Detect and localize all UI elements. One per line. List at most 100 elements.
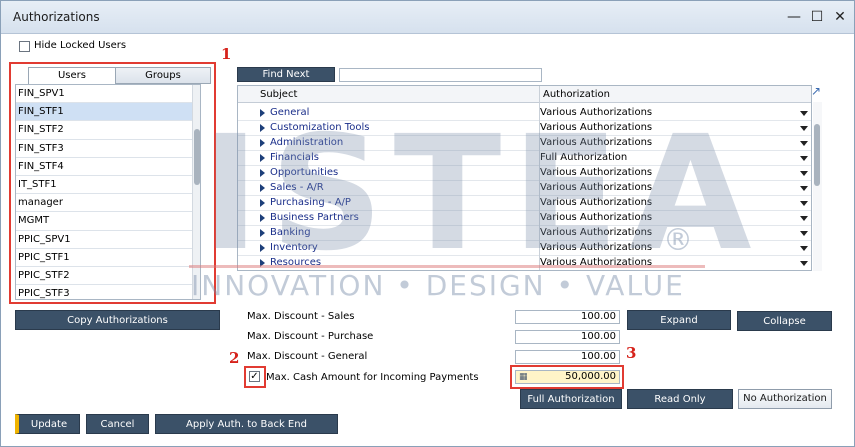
max-discount-sales-label: Max. Discount - Sales [247, 311, 355, 322]
grid-subject[interactable]: Purchasing - A/P [270, 197, 351, 208]
annotation-number-3: 3 [626, 344, 637, 362]
expand-grid-icon[interactable]: ↗ [811, 85, 823, 97]
grid-subject[interactable]: Opportunities [270, 167, 338, 178]
grid-authorization[interactable]: Various Authorizations [540, 122, 652, 133]
grid-column-divider [539, 86, 540, 270]
watermark-tagline: INNOVATION • DESIGN • VALUE [191, 269, 685, 302]
grid-subject[interactable]: Business Partners [270, 212, 359, 223]
authorizations-window: Authorizations — ☐ ✕ Hide Locked Users U… [0, 0, 855, 447]
grid-header: Subject Authorization [238, 86, 811, 103]
collapse-label: Collapse [763, 316, 806, 327]
grid-row[interactable]: Opportunities Various Authorizations [238, 166, 811, 181]
dropdown-arrow-icon[interactable] [800, 111, 808, 116]
expand-arrow-icon[interactable] [260, 184, 265, 192]
expand-arrow-icon[interactable] [260, 109, 265, 117]
minimize-icon[interactable]: — [784, 7, 804, 27]
max-cash-label: Max. Cash Amount for Incoming Payments [266, 372, 479, 383]
grid-row[interactable]: Sales - A/R Various Authorizations [238, 181, 811, 196]
dropdown-arrow-icon[interactable] [800, 216, 808, 221]
expand-arrow-icon[interactable] [260, 154, 265, 162]
grid-row[interactable]: Financials Full Authorization [238, 151, 811, 166]
cancel-label: Cancel [100, 419, 135, 430]
expand-arrow-icon[interactable] [260, 199, 265, 207]
grid-subject[interactable]: Sales - A/R [270, 182, 324, 193]
apply-auth-back-end-button[interactable]: Apply Auth. to Back End [155, 414, 338, 434]
find-next-button[interactable]: Find Next [237, 67, 335, 82]
copy-authorizations-button[interactable]: Copy Authorizations [15, 310, 220, 330]
dropdown-arrow-icon[interactable] [800, 231, 808, 236]
grid-row[interactable]: Banking Various Authorizations [238, 226, 811, 241]
update-button[interactable]: Update [15, 414, 80, 434]
grid-row[interactable]: Customization Tools Various Authorization… [238, 121, 811, 136]
collapse-button[interactable]: Collapse [737, 311, 832, 331]
maximize-icon[interactable]: ☐ [807, 7, 827, 27]
grid-authorization[interactable]: Various Authorizations [540, 137, 652, 148]
dropdown-arrow-icon[interactable] [800, 186, 808, 191]
expand-arrow-icon[interactable] [260, 259, 265, 267]
grid-authorization[interactable]: Various Authorizations [540, 212, 652, 223]
dropdown-arrow-icon[interactable] [800, 126, 808, 131]
dropdown-arrow-icon[interactable] [800, 171, 808, 176]
expand-arrow-icon[interactable] [260, 229, 265, 237]
dropdown-arrow-icon[interactable] [800, 141, 808, 146]
no-authorization-button[interactable]: No Authorization [738, 389, 832, 409]
grid-subject[interactable]: Resources [270, 257, 321, 268]
apply-auth-back-end-label: Apply Auth. to Back End [186, 419, 307, 430]
find-next-input[interactable] [339, 68, 542, 82]
grid-row[interactable]: Inventory Various Authorizations [238, 241, 811, 256]
max-discount-general-field[interactable]: 100.00 [515, 350, 620, 364]
grid-subject[interactable]: Administration [270, 137, 343, 148]
grid-subject[interactable]: General [270, 107, 309, 118]
grid-authorization[interactable]: Various Authorizations [540, 197, 652, 208]
grid-subject[interactable]: Inventory [270, 242, 318, 253]
dropdown-arrow-icon[interactable] [800, 201, 808, 206]
grid-row[interactable]: Purchasing - A/P Various Authorizations [238, 196, 811, 211]
max-discount-general-label: Max. Discount - General [247, 351, 368, 362]
grid-authorization[interactable]: Various Authorizations [540, 257, 652, 268]
grid-row[interactable]: Resources Various Authorizations [238, 256, 811, 270]
expand-arrow-icon[interactable] [260, 214, 265, 222]
grid-authorization[interactable]: Various Authorizations [540, 242, 652, 253]
max-discount-purchase-field[interactable]: 100.00 [515, 330, 620, 344]
grid-scrollbar[interactable] [813, 102, 822, 271]
grid-subject[interactable]: Financials [270, 152, 319, 163]
max-discount-sales-field[interactable]: 100.00 [515, 310, 620, 324]
grid-row[interactable]: Administration Various Authorizations [238, 136, 811, 151]
cancel-button[interactable]: Cancel [86, 414, 149, 434]
max-discount-purchase-label: Max. Discount - Purchase [247, 331, 374, 342]
grid-subject[interactable]: Banking [270, 227, 311, 238]
full-authorization-button[interactable]: Full Authorization [520, 389, 622, 409]
authorization-grid: Subject Authorization General Various Aut… [237, 85, 812, 271]
grid-subject[interactable]: Customization Tools [270, 122, 369, 133]
annotation-box-1 [9, 62, 216, 304]
grid-authorization[interactable]: Various Authorizations [540, 227, 652, 238]
title-bar: Authorizations — ☐ ✕ [1, 1, 854, 34]
grid-header-authorization: Authorization [543, 89, 610, 100]
grid-authorization[interactable]: Various Authorizations [540, 182, 652, 193]
expand-arrow-icon[interactable] [260, 169, 265, 177]
expand-button[interactable]: Expand [627, 310, 731, 330]
grid-authorization[interactable]: Full Authorization [540, 152, 627, 163]
grid-row[interactable]: General Various Authorizations [238, 106, 811, 121]
expand-arrow-icon[interactable] [260, 244, 265, 252]
read-only-button[interactable]: Read Only [627, 389, 733, 409]
dropdown-arrow-icon[interactable] [800, 246, 808, 251]
expand-arrow-icon[interactable] [260, 124, 265, 132]
dropdown-arrow-icon[interactable] [800, 261, 808, 266]
annotation-number-1: 1 [221, 45, 232, 63]
grid-scroll-thumb[interactable] [814, 124, 820, 186]
update-label: Update [30, 419, 68, 430]
find-next-label: Find Next [262, 69, 310, 80]
hide-locked-users-checkbox[interactable] [19, 41, 30, 52]
close-icon[interactable]: ✕ [830, 7, 850, 27]
grid-row[interactable]: Business Partners Various Authorizations [238, 211, 811, 226]
expand-label: Expand [660, 315, 698, 326]
annotation-box-2 [244, 366, 266, 388]
grid-header-subject: Subject [260, 89, 298, 100]
grid-authorization[interactable]: Various Authorizations [540, 167, 652, 178]
grid-authorization[interactable]: Various Authorizations [540, 107, 652, 118]
dropdown-arrow-icon[interactable] [800, 156, 808, 161]
annotation-number-2: 2 [229, 349, 240, 367]
expand-arrow-icon[interactable] [260, 139, 265, 147]
full-authorization-label: Full Authorization [527, 394, 615, 405]
